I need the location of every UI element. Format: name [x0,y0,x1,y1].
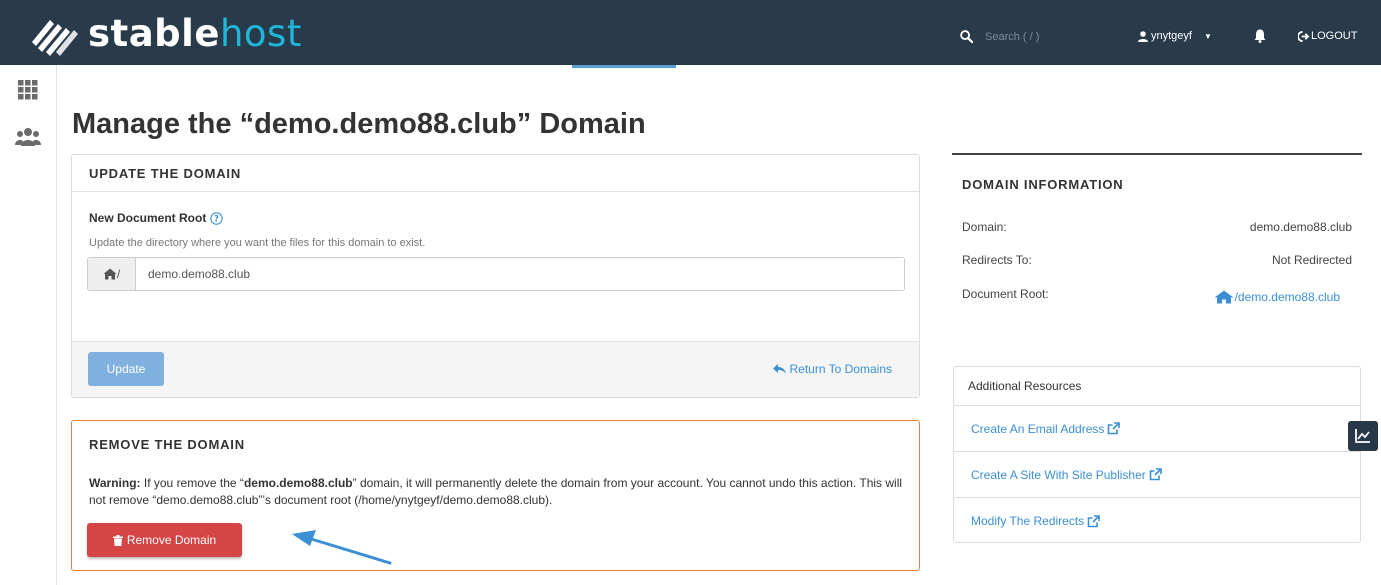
domain-information-section: DOMAIN INFORMATION Domain: demo.demo88.c… [952,153,1362,323]
users-icon[interactable] [15,127,41,147]
document-root-help: Update the directory where you want the … [89,237,426,249]
remove-domain-button[interactable]: Remove Domain [87,523,242,557]
update-button[interactable]: Update [88,352,164,386]
svg-text:?: ? [214,214,219,224]
logout-icon [1298,30,1309,42]
brand-name-light: host [219,11,302,55]
external-link-icon [1087,514,1100,527]
document-root-addon: / [88,258,136,290]
apps-grid-icon[interactable] [18,80,38,100]
user-icon [1138,30,1148,42]
document-root-label: New Document Root ? [89,211,224,225]
resource-label-site-publisher: Create A Site With Site Publisher [971,467,1146,482]
warning-domain: demo.demo88.club [243,476,353,490]
resource-label-create-email: Create An Email Address [971,421,1105,436]
logout-label: LOGOUT [1311,30,1358,42]
info-row-redirects: Redirects To: Not Redirected [962,253,1352,267]
document-root-input-group: / [87,257,905,291]
top-navbar: stablehost ynytgeyf ▼ LOGOUT [0,0,1381,65]
reply-icon [772,364,786,374]
return-to-domains-label: Return To Domains [789,362,893,376]
update-panel-footer: Update Return To Domains [72,341,919,397]
update-domain-panel: UPDATE THE DOMAIN New Document Root ? Up… [71,154,920,398]
external-link-icon [1149,468,1162,481]
brand-name-bold: stable [88,11,220,55]
annotation-arrow [292,530,392,565]
bell-icon [1254,29,1266,43]
user-menu[interactable]: ynytgeyf ▼ [1138,30,1212,42]
logo-mark-icon [32,20,78,56]
document-root-link-label: /demo.demo88.club [1234,290,1340,304]
home-icon [1214,290,1234,304]
info-value-domain: demo.demo88.club [1249,220,1352,234]
document-root-label-text: New Document Root [89,211,207,225]
warning-label: Warning: [89,476,141,490]
stats-side-button[interactable] [1348,421,1378,451]
global-search[interactable] [960,30,1075,43]
remove-domain-label: Remove Domain [126,533,217,547]
search-input[interactable] [985,30,1075,43]
trash-icon [112,534,123,546]
search-icon [960,30,973,43]
remove-domain-heading: REMOVE THE DOMAIN [89,436,245,452]
logout-button[interactable]: LOGOUT [1298,30,1357,42]
info-row-document-root: Document Root: /demo.demo88.club [962,287,1352,304]
additional-resources-heading: Additional Resources [954,367,1360,406]
warning-text-1: If you remove the “ [140,476,244,490]
info-label-domain: Domain: [962,220,1007,234]
caret-down-icon: ▼ [1203,31,1212,41]
document-root-link[interactable]: /demo.demo88.club [1214,290,1340,304]
document-root-input[interactable] [136,258,904,290]
info-label-redirects: Redirects To: [962,253,1032,267]
addon-slash: / [116,267,121,281]
domain-information-heading: DOMAIN INFORMATION [962,177,1124,192]
info-label-document-root: Document Root: [962,287,1049,301]
additional-resources-panel: Additional Resources Create An Email Add… [953,366,1361,543]
resource-link-site-publisher[interactable]: Create A Site With Site Publisher [954,452,1360,498]
brand-logo[interactable]: stablehost [24,10,302,60]
return-to-domains-link[interactable]: Return To Domains [772,362,893,376]
resource-label-modify-redirects: Modify The Redirects [971,514,1085,528]
remove-warning-text: Warning: If you remove the “demo.demo88.… [89,475,904,509]
notifications-button[interactable] [1254,29,1266,48]
question-circle-icon[interactable]: ? [210,211,224,225]
page-title: Manage the “demo.demo88.club” Domain [72,108,646,140]
external-link-icon [1108,422,1121,435]
info-value-redirects: Not Redirected [1271,253,1352,267]
resource-link-modify-redirects[interactable]: Modify The Redirects [954,498,1360,544]
remove-domain-panel: REMOVE THE DOMAIN Warning: If you remove… [71,420,920,571]
username-label: ynytgeyf [1151,30,1192,42]
update-domain-heading: UPDATE THE DOMAIN [72,155,919,192]
line-chart-icon [1355,429,1370,443]
info-row-domain: Domain: demo.demo88.club [962,220,1352,234]
resource-link-create-email[interactable]: Create An Email Address [954,406,1360,452]
partial-link-underline [572,65,676,68]
home-icon [103,268,117,280]
brand-name: stablehost [88,12,302,55]
